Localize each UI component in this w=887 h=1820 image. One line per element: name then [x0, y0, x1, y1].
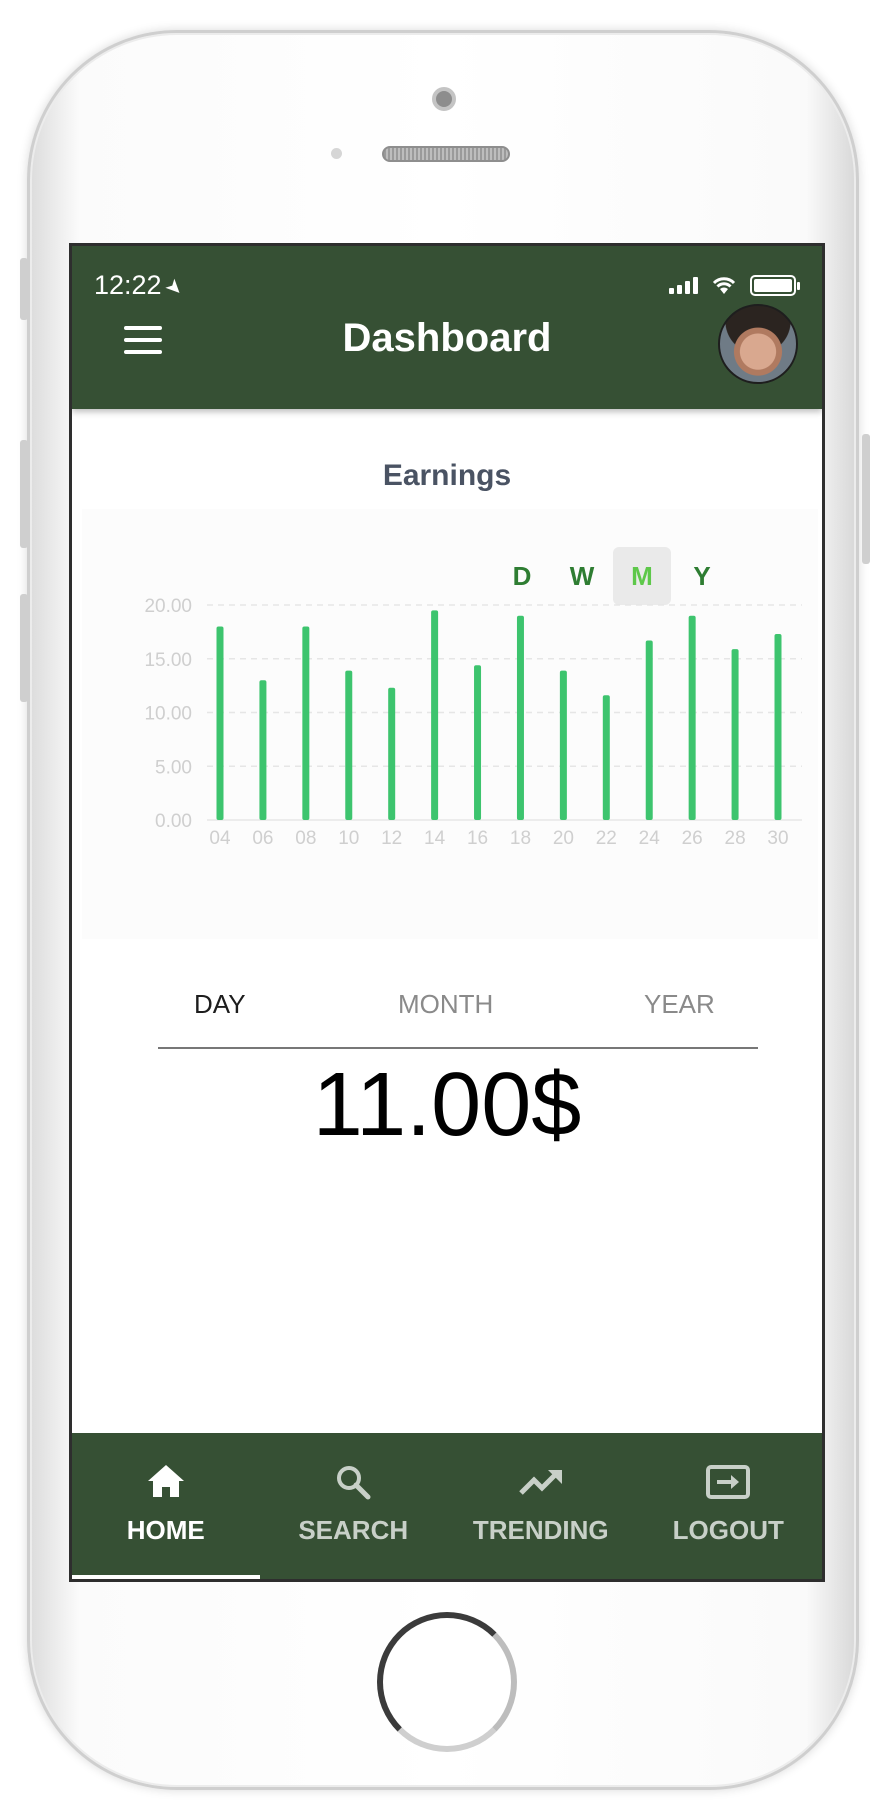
- chart-bar: [431, 610, 439, 820]
- x-tick-label: 30: [767, 828, 788, 849]
- x-tick-label: 06: [252, 828, 273, 849]
- x-tick-label: 26: [682, 828, 703, 849]
- y-tick-label: 10.00: [144, 704, 192, 725]
- status-time: 12:22➤: [94, 270, 187, 302]
- chart-bar: [345, 670, 353, 820]
- x-tick-label: 28: [725, 828, 746, 849]
- nav-search[interactable]: SEARCH: [260, 1433, 448, 1579]
- wifi-icon: [712, 277, 736, 294]
- tab-month[interactable]: MONTH: [398, 989, 493, 1020]
- page-title: Dashboard: [342, 316, 552, 360]
- earnings-card: Earnings D W M Y 0.00 5.00 10.00 15.00 20.00…: [72, 409, 822, 1439]
- y-tick-label: 15.00: [144, 650, 192, 671]
- x-tick-label: 08: [295, 828, 316, 849]
- trending-icon: [447, 1459, 635, 1505]
- chart-bar: [474, 665, 482, 820]
- earpiece-speaker: [382, 146, 510, 162]
- battery-icon: [750, 274, 800, 296]
- proximity-sensor: [331, 148, 342, 159]
- chart-panel: D W M Y 0.00 5.00 10.00 15.00 20.00 04 06 08 10 1…: [82, 509, 818, 939]
- x-tick-label: 12: [381, 828, 402, 849]
- nav-logout-label: LOGOUT: [672, 1515, 784, 1545]
- chart-bar: [516, 615, 524, 820]
- mute-switch: [20, 258, 28, 320]
- x-tick-label: 04: [209, 828, 231, 849]
- chart-bar: [559, 670, 567, 820]
- x-tick-label: 16: [467, 828, 488, 849]
- x-tick-label: 18: [510, 828, 531, 849]
- nav-home[interactable]: HOME: [72, 1433, 260, 1579]
- chart-bar: [731, 649, 739, 820]
- x-tick-label: 14: [424, 828, 446, 849]
- chart-bar: [688, 615, 696, 820]
- location-arrow-icon: ➤: [159, 274, 188, 302]
- x-tick-label: 10: [338, 828, 359, 849]
- home-icon: [72, 1459, 260, 1505]
- tab-day[interactable]: DAY: [194, 989, 246, 1020]
- chart-bar: [259, 680, 267, 820]
- x-tick-label: 22: [596, 828, 617, 849]
- x-tick-label: 20: [553, 828, 574, 849]
- nav-logout[interactable]: LOGOUT: [635, 1433, 823, 1579]
- chart-bar: [388, 687, 396, 820]
- search-icon: [260, 1459, 448, 1505]
- earnings-bar-chart: 0.00 5.00 10.00 15.00 20.00 04 06 08 10 12 14 16 18 2…: [144, 596, 802, 849]
- logout-icon: [635, 1459, 823, 1505]
- app-header: 12:22➤ Dashboard: [72, 246, 822, 409]
- front-camera: [432, 87, 456, 111]
- bottom-nav: HOME SEARCH TRENDING LOGOUT: [72, 1433, 822, 1579]
- chart-bar: [216, 626, 224, 820]
- home-hardware-button[interactable]: [377, 1612, 517, 1752]
- chart-bar: [302, 626, 310, 820]
- card-title: Earnings: [382, 459, 512, 492]
- nav-trending-label: TRENDING: [472, 1515, 609, 1545]
- tab-year[interactable]: YEAR: [644, 989, 715, 1020]
- chart-bar: [645, 640, 653, 820]
- earnings-amount: 11.00$: [312, 1055, 582, 1155]
- x-tick-label: 24: [639, 828, 661, 849]
- status-time-text: 12:22: [94, 270, 162, 300]
- volume-up-button: [20, 440, 28, 548]
- avatar[interactable]: [718, 304, 798, 384]
- nav-search-label: SEARCH: [298, 1515, 409, 1545]
- volume-down-button: [20, 594, 28, 702]
- y-tick-label: 0.00: [155, 811, 192, 832]
- period-tabs: DAY MONTH YEAR: [158, 989, 758, 1049]
- chart-bar: [774, 634, 782, 820]
- status-icons: [669, 274, 800, 296]
- power-button: [862, 434, 870, 564]
- active-tab-indicator: [72, 1575, 260, 1579]
- chart-bar: [602, 695, 610, 820]
- cellular-signal-icon: [669, 276, 698, 294]
- y-tick-label: 5.00: [155, 757, 192, 778]
- nav-home-label: HOME: [126, 1515, 205, 1545]
- app-screen: 12:22➤ Dashboard Earnings D W M Y 0.00 5.: [69, 243, 825, 1582]
- y-tick-label: 20.00: [144, 596, 192, 617]
- nav-trending[interactable]: TRENDING: [447, 1433, 635, 1579]
